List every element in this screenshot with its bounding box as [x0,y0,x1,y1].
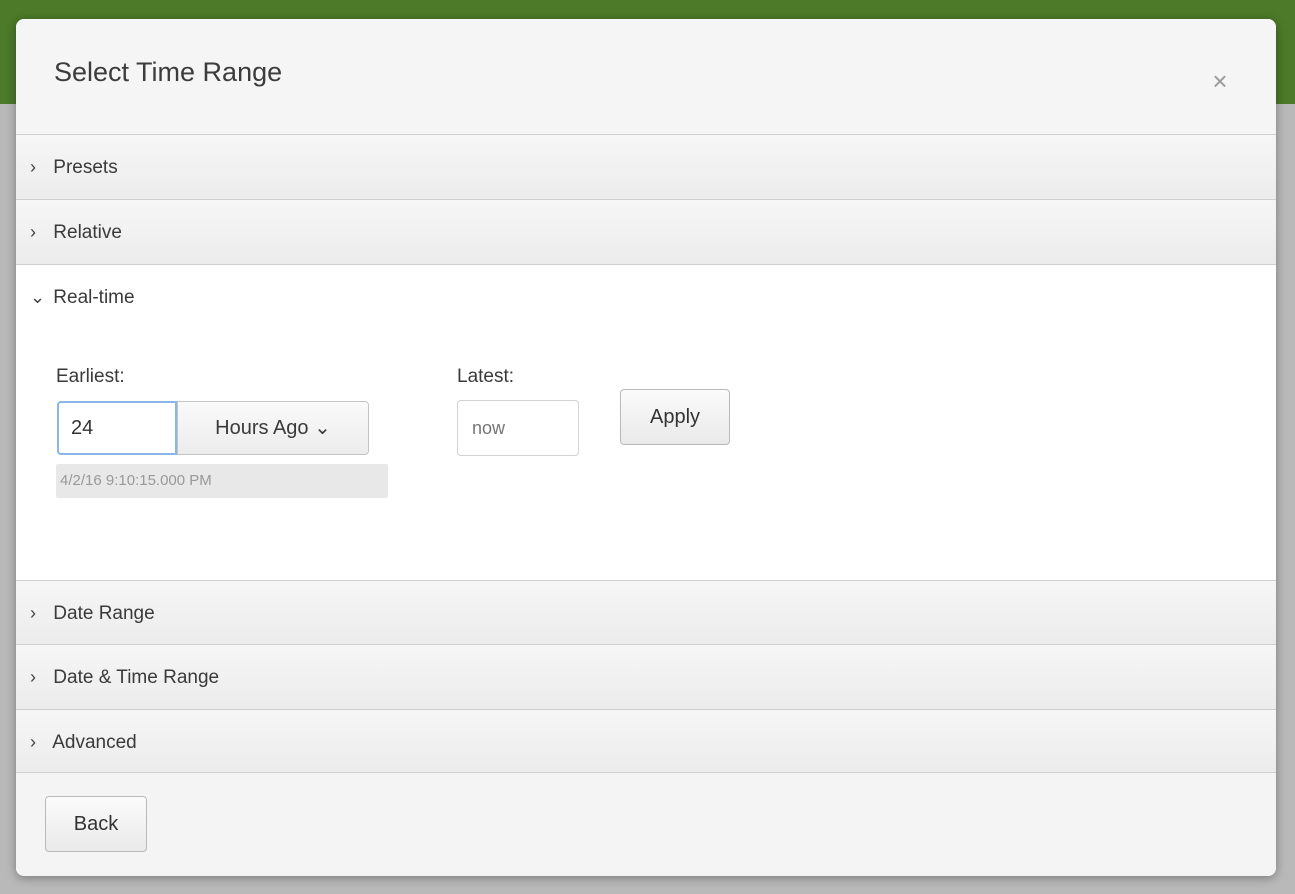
chevron-right-icon: › [30,222,36,242]
dialog-header: Select Time Range × [16,19,1276,135]
advanced-label: Advanced [52,732,137,753]
back-button[interactable]: Back [45,796,147,852]
earliest-hint: 4/2/16 9:10:15.000 PM [56,464,388,498]
relative-header[interactable]: › Relative [30,200,122,264]
section-relative: › Relative [16,200,1276,265]
latest-label: Latest: [457,366,515,387]
section-presets: › Presets [16,135,1276,200]
chevron-right-icon: › [30,603,36,623]
apply-button[interactable]: Apply [620,389,730,445]
dialog-footer: Back [16,773,1276,876]
dialog-title: Select Time Range [54,57,283,87]
relative-label: Relative [53,222,122,243]
date-time-range-header[interactable]: › Date & Time Range [30,645,219,709]
presets-label: Presets [53,157,118,178]
chevron-down-icon: ⌄ [30,287,46,307]
chevron-right-icon: › [30,732,36,752]
unit-select-label: Hours Ago [215,417,309,439]
chevron-right-icon: › [30,667,36,687]
latest-input[interactable] [457,400,579,456]
presets-header[interactable]: › Presets [30,135,118,199]
date-time-range-label: Date & Time Range [53,667,220,688]
earliest-label: Earliest: [56,366,125,387]
advanced-header[interactable]: › Advanced [30,710,137,774]
section-date-range: › Date Range [16,581,1276,645]
time-range-dialog: Select Time Range × › Presets › Relative… [16,19,1276,876]
date-range-header[interactable]: › Date Range [30,581,155,645]
earliest-unit-select[interactable]: Hours Ago ⌄ [177,401,369,455]
chevron-down-icon: ⌄ [314,417,331,439]
close-icon[interactable]: × [1206,67,1234,95]
section-advanced: › Advanced [16,710,1276,773]
realtime-label: Real-time [53,287,135,308]
chevron-right-icon: › [30,157,36,177]
section-date-time-range: › Date & Time Range [16,645,1276,710]
date-range-label: Date Range [53,603,155,624]
realtime-header[interactable]: ⌄ Real-time [30,265,135,329]
earliest-number-input[interactable] [57,401,177,455]
